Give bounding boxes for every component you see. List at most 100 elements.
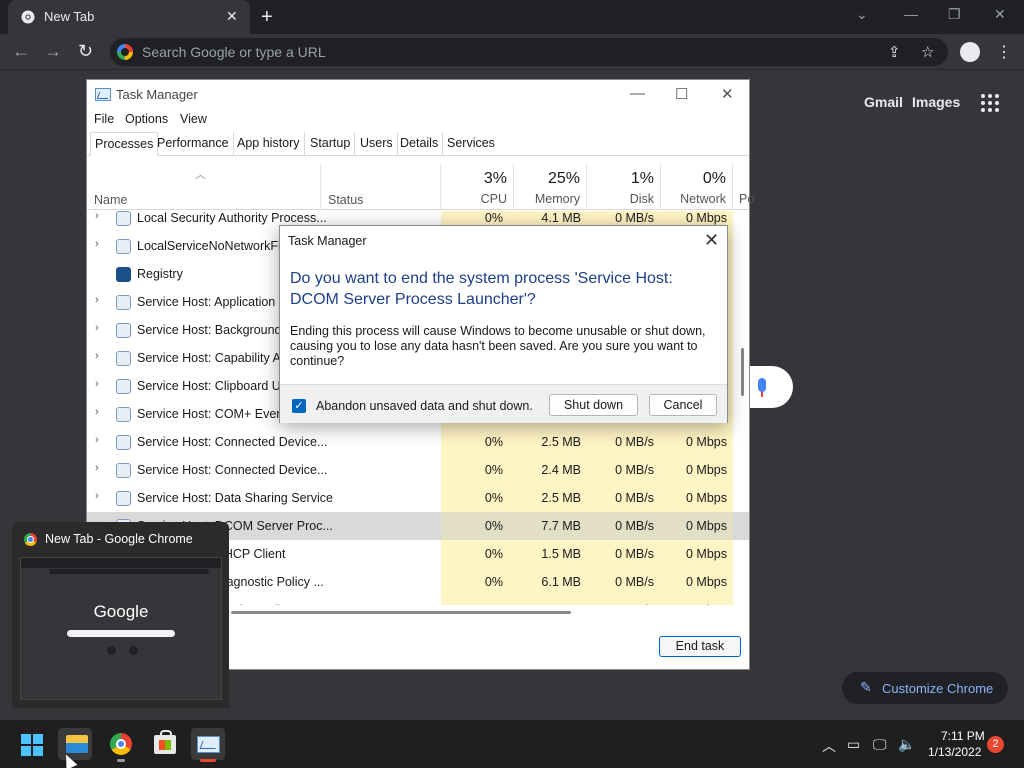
expand-chevron-icon[interactable]: › bbox=[95, 434, 99, 446]
table-row[interactable]: › Service Host: Connected Device... 0% 2.4 … bbox=[87, 456, 749, 484]
column-disk[interactable]: 1% Disk bbox=[587, 164, 661, 210]
expand-chevron-icon[interactable]: › bbox=[95, 211, 99, 222]
forward-icon[interactable]: → bbox=[44, 41, 62, 62]
process-memory: 2.4 MB bbox=[541, 463, 581, 477]
process-disk: 0 MB/s bbox=[615, 211, 654, 225]
dialog-close-icon[interactable]: ✕ bbox=[704, 230, 719, 251]
preview-thumbnail[interactable]: Google bbox=[20, 557, 222, 700]
expand-chevron-icon[interactable]: › bbox=[95, 378, 99, 390]
name-column-label: Name bbox=[94, 193, 128, 207]
process-network: 0 Mbps bbox=[686, 211, 727, 225]
expand-chevron-icon[interactable]: › bbox=[95, 462, 99, 474]
process-cpu: 0% bbox=[484, 547, 503, 561]
process-cpu: 0% bbox=[484, 491, 503, 505]
expand-chevron-icon[interactable]: › bbox=[95, 350, 99, 362]
process-memory: 0.9 MB bbox=[511, 603, 581, 605]
new-tab-button[interactable]: + bbox=[261, 6, 273, 29]
expand-chevron-icon[interactable]: › bbox=[95, 322, 99, 334]
end-task-button[interactable]: End task bbox=[659, 636, 741, 657]
abandon-data-label[interactable]: Abandon unsaved data and shut down. bbox=[316, 399, 533, 413]
process-disk: 0 MB/s bbox=[615, 575, 654, 589]
horizontal-scrollbar[interactable] bbox=[231, 611, 571, 614]
process-disk: 0 MB/s bbox=[615, 547, 654, 561]
customize-chrome-button[interactable]: ✎ Customize Chrome bbox=[842, 672, 1008, 704]
windows-start-icon[interactable] bbox=[21, 734, 43, 756]
tab-close-icon[interactable]: ✕ bbox=[226, 8, 238, 25]
table-row[interactable]: › Service Host: Connected Device... 0% 2.5 … bbox=[87, 428, 749, 456]
gmail-link[interactable]: Gmail bbox=[864, 94, 903, 110]
window-close-icon[interactable]: ✕ bbox=[994, 6, 1006, 23]
service-gear-icon bbox=[116, 407, 131, 422]
chrome-menu-icon[interactable]: ⋮ bbox=[996, 42, 1012, 62]
tm-close-icon[interactable]: ✕ bbox=[721, 85, 734, 103]
clock-time[interactable]: 7:11 PM bbox=[941, 729, 985, 743]
images-link[interactable]: Images bbox=[912, 94, 960, 110]
process-network: 0 Mbps bbox=[686, 519, 727, 533]
cancel-button[interactable]: Cancel bbox=[649, 394, 717, 416]
bookmark-star-icon[interactable]: ☆ bbox=[921, 43, 934, 61]
show-hidden-icons-icon[interactable]: ︿ bbox=[822, 736, 836, 756]
minimize-icon[interactable]: — bbox=[904, 6, 918, 22]
column-network[interactable]: 0% Network bbox=[661, 164, 733, 210]
tablet-icon[interactable]: ▭ bbox=[847, 736, 860, 753]
expand-chevron-icon[interactable]: › bbox=[95, 490, 99, 502]
abandon-data-checkbox[interactable]: ✓ bbox=[292, 399, 306, 413]
process-table-header: 3% CPU 25% Memory 1% Disk 0% Network Po bbox=[87, 164, 754, 210]
process-memory: 2.5 MB bbox=[541, 491, 581, 505]
tab-services[interactable]: Services bbox=[443, 132, 499, 156]
expand-chevron-icon[interactable]: › bbox=[95, 406, 99, 418]
service-gear-icon bbox=[116, 323, 131, 338]
task-manager-app-icon bbox=[95, 88, 111, 101]
expand-chevron-icon[interactable]: › bbox=[95, 238, 99, 250]
table-row[interactable]: › Service Host: Data Sharing Service 0% 2.5… bbox=[87, 484, 749, 512]
volume-icon[interactable]: 🔈 bbox=[898, 736, 915, 753]
process-network: 0 Mbps bbox=[686, 463, 727, 477]
menu-options[interactable]: Options bbox=[125, 112, 168, 126]
tab-app-history[interactable]: App history bbox=[233, 132, 305, 156]
reload-icon[interactable]: ↻ bbox=[78, 41, 93, 62]
process-name: Local Security Authority Process... bbox=[137, 211, 327, 225]
process-name: Service Host: Data Sharing Service bbox=[137, 491, 333, 505]
column-memory[interactable]: 25% Memory bbox=[514, 164, 587, 210]
clock-date[interactable]: 1/13/2022 bbox=[928, 745, 981, 759]
tab-startup[interactable]: Startup bbox=[306, 132, 356, 156]
process-disk: 0 MB/s bbox=[615, 463, 654, 477]
column-cpu[interactable]: 3% CPU bbox=[441, 164, 514, 210]
network-icon[interactable]: 🖵 bbox=[873, 736, 887, 753]
tab-users[interactable]: Users bbox=[356, 132, 398, 156]
task-manager-titlebar[interactable]: Task Manager — ☐ ✕ bbox=[87, 80, 749, 110]
tab-performance[interactable]: Performance bbox=[153, 132, 234, 156]
vertical-scrollbar[interactable] bbox=[741, 348, 744, 396]
task-manager-taskbar-icon[interactable] bbox=[197, 736, 220, 753]
tab-search-icon[interactable]: ⌄ bbox=[856, 6, 868, 23]
notification-badge[interactable]: 2 bbox=[987, 736, 1004, 753]
process-cpu: 0% bbox=[484, 463, 503, 477]
expand-chevron-icon[interactable]: › bbox=[95, 294, 99, 306]
tm-maximize-icon[interactable]: ☐ bbox=[675, 85, 688, 103]
google-apps-icon[interactable] bbox=[981, 94, 999, 112]
cpu-percent: 3% bbox=[483, 170, 507, 187]
column-power[interactable]: Po bbox=[733, 164, 754, 210]
shut-down-button[interactable]: Shut down bbox=[549, 394, 638, 416]
process-memory: 7.7 MB bbox=[541, 519, 581, 533]
process-name: Service Host: Connected Device... bbox=[137, 463, 328, 477]
menu-view[interactable]: View bbox=[180, 112, 207, 126]
share-icon[interactable]: ⇪ bbox=[888, 43, 901, 61]
file-explorer-icon[interactable] bbox=[66, 735, 88, 753]
tab-processes[interactable]: Processes bbox=[90, 132, 159, 156]
back-icon[interactable]: ← bbox=[12, 41, 30, 62]
microsoft-store-icon[interactable] bbox=[154, 730, 176, 754]
profile-avatar-icon[interactable] bbox=[960, 42, 980, 62]
tab-new-tab[interactable]: New Tab ✕ bbox=[8, 0, 250, 34]
restore-icon[interactable]: ❐ bbox=[948, 6, 961, 23]
service-gear-icon bbox=[116, 435, 131, 450]
omnibox[interactable]: Search Google or type a URL ⇪ ☆ bbox=[110, 38, 948, 66]
process-cpu: 0% bbox=[433, 603, 503, 605]
tm-minimize-icon[interactable]: — bbox=[630, 85, 645, 102]
taskbar-window-preview[interactable]: New Tab - Google Chrome Google bbox=[12, 522, 229, 708]
chrome-taskbar-icon[interactable] bbox=[110, 733, 132, 755]
menu-file[interactable]: File bbox=[94, 112, 114, 126]
service-gear-icon bbox=[116, 463, 131, 478]
voice-search-icon[interactable] bbox=[758, 378, 766, 397]
tab-details[interactable]: Details bbox=[396, 132, 444, 156]
